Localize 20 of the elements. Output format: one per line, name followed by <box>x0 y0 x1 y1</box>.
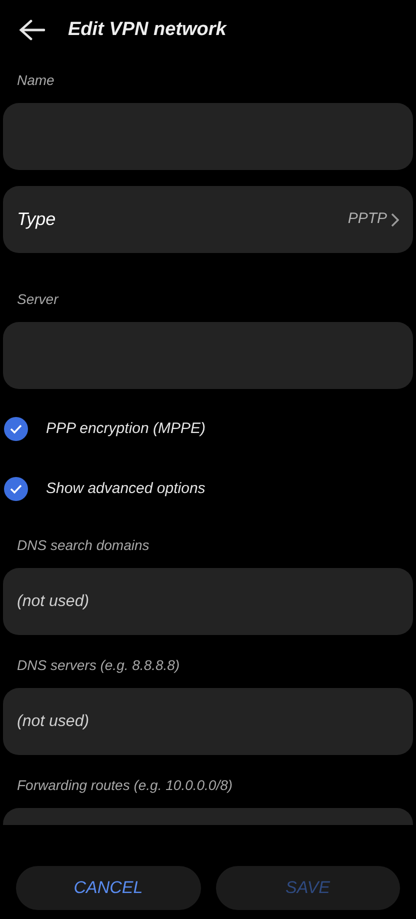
cancel-button[interactable]: CANCEL <box>16 866 200 910</box>
checkbox-label: Show advanced options <box>46 478 206 499</box>
input-field[interactable]: (not used) <box>3 568 413 635</box>
field-label: Server <box>17 291 58 307</box>
checkbox-label: PPP encryption (MPPE) <box>46 418 206 439</box>
field-label: Forwarding routes (e.g. 10.0.0.0/8) <box>17 777 233 793</box>
checkbox[interactable] <box>4 477 28 501</box>
chevron-right-icon <box>391 212 399 226</box>
checkmark-icon <box>10 424 22 434</box>
field-label: DNS servers (e.g. 8.8.8.8) <box>17 657 180 673</box>
type-selector[interactable]: Type PPTP <box>3 186 413 253</box>
field-label: DNS search domains <box>17 537 150 553</box>
input-field[interactable] <box>3 322 413 389</box>
screen-title: Edit VPN network <box>68 18 226 42</box>
checkbox[interactable] <box>4 417 28 441</box>
checkmark-icon <box>10 484 22 494</box>
input-field[interactable] <box>3 103 413 170</box>
input-field[interactable]: (not used) <box>3 688 413 755</box>
back-arrow-icon <box>19 19 45 41</box>
field-label: Name <box>17 72 54 88</box>
